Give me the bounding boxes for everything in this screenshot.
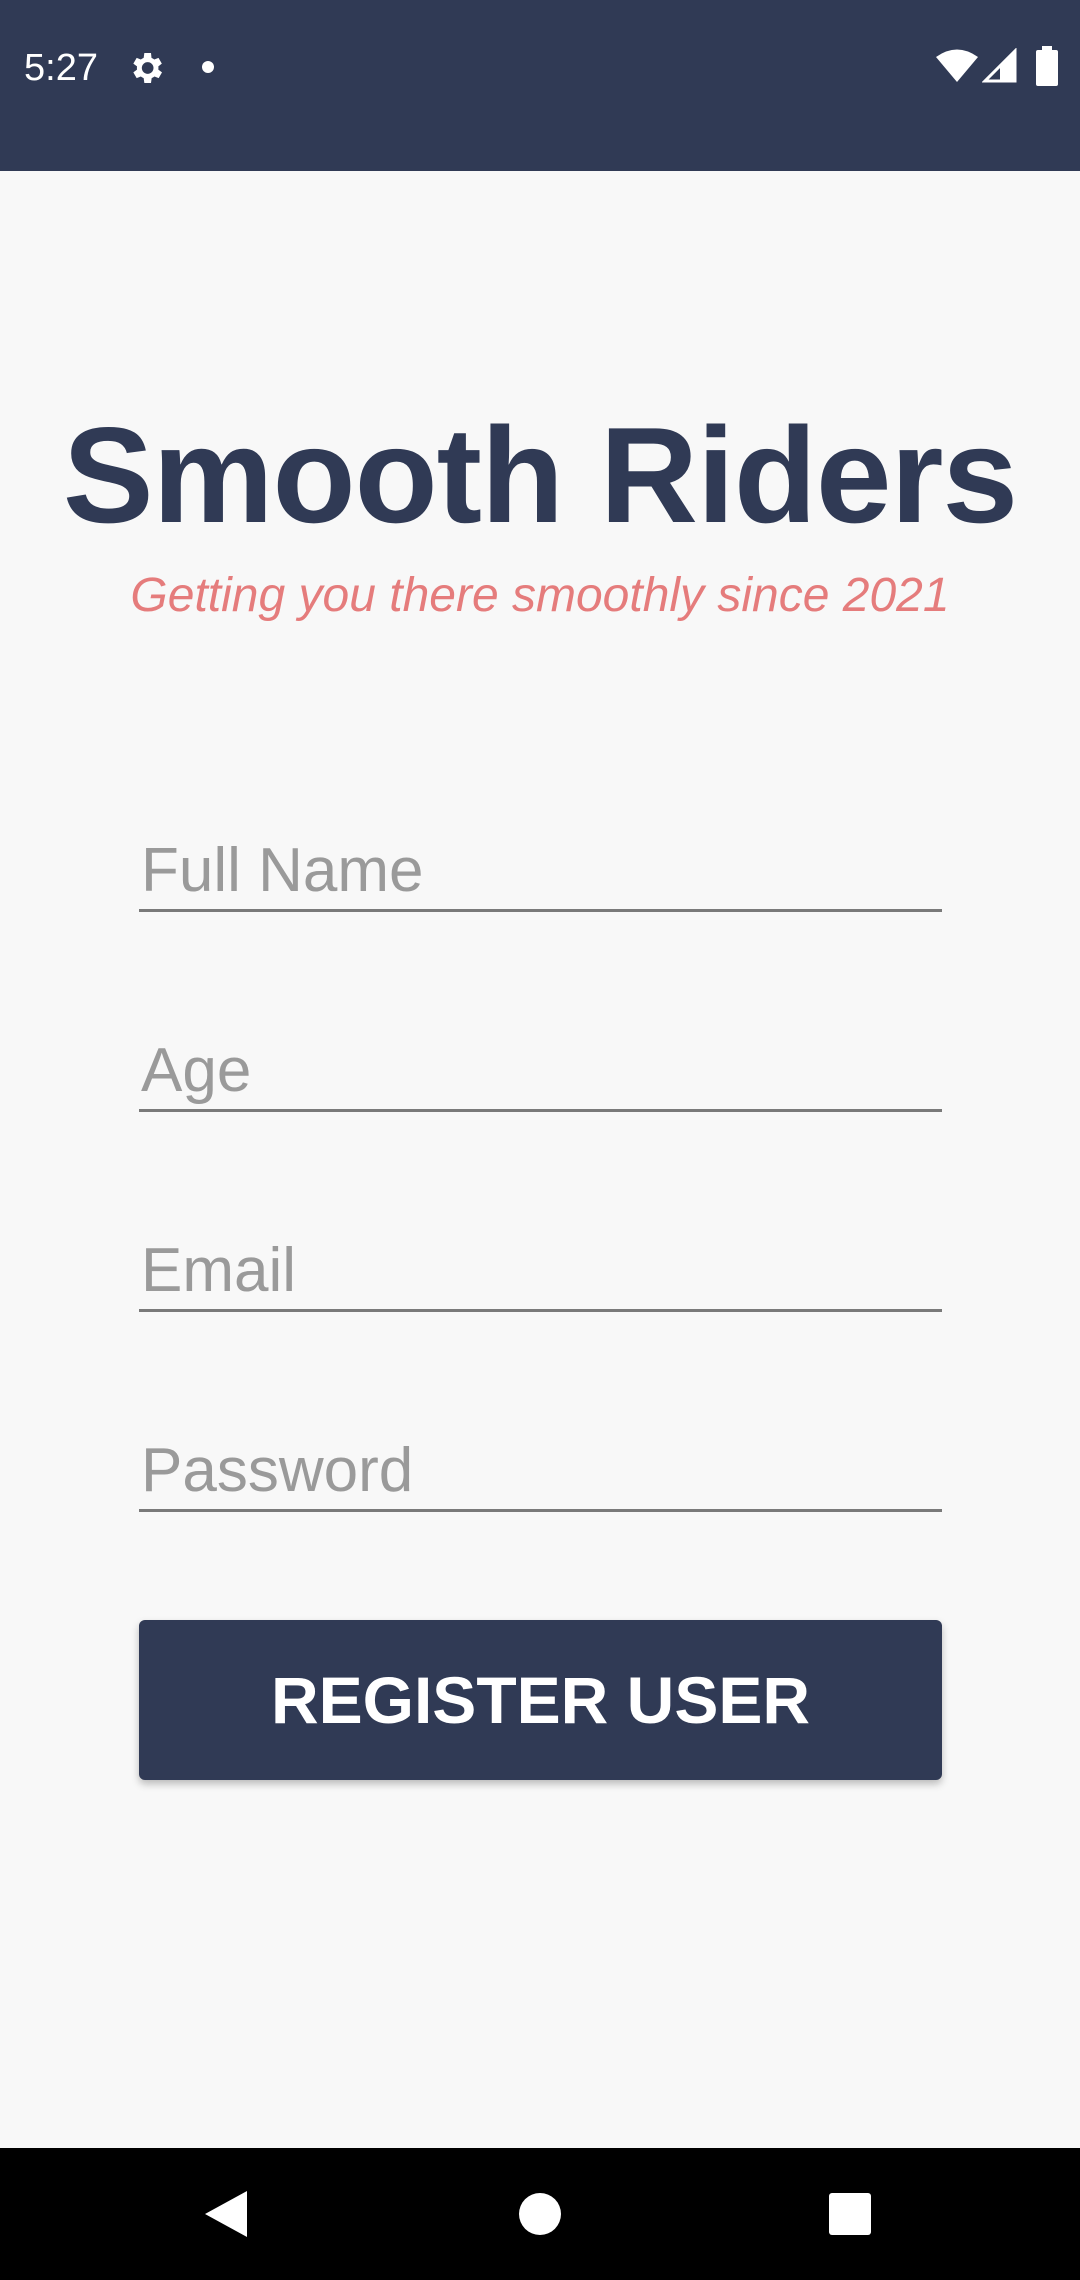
email-input[interactable]: [139, 1232, 942, 1312]
back-icon[interactable]: [203, 2189, 249, 2239]
status-bar: 5:27: [0, 0, 1080, 171]
notification-dot-icon: [202, 61, 214, 73]
status-time: 5:27: [24, 47, 98, 89]
age-input[interactable]: [139, 1032, 942, 1112]
wifi-icon: [936, 49, 978, 82]
gear-icon: [133, 53, 162, 83]
app-subtitle: Getting you there smoothly since 2021: [130, 569, 950, 622]
password-input[interactable]: [139, 1432, 942, 1512]
register-user-button[interactable]: REGISTER USER: [139, 1620, 942, 1780]
signal-icon: [982, 48, 1017, 83]
full-name-input[interactable]: [139, 832, 942, 912]
recents-icon[interactable]: [829, 2193, 871, 2235]
battery-icon: [1036, 46, 1058, 86]
home-icon[interactable]: [519, 2193, 561, 2235]
app-title: Smooth Riders: [62, 399, 1018, 551]
